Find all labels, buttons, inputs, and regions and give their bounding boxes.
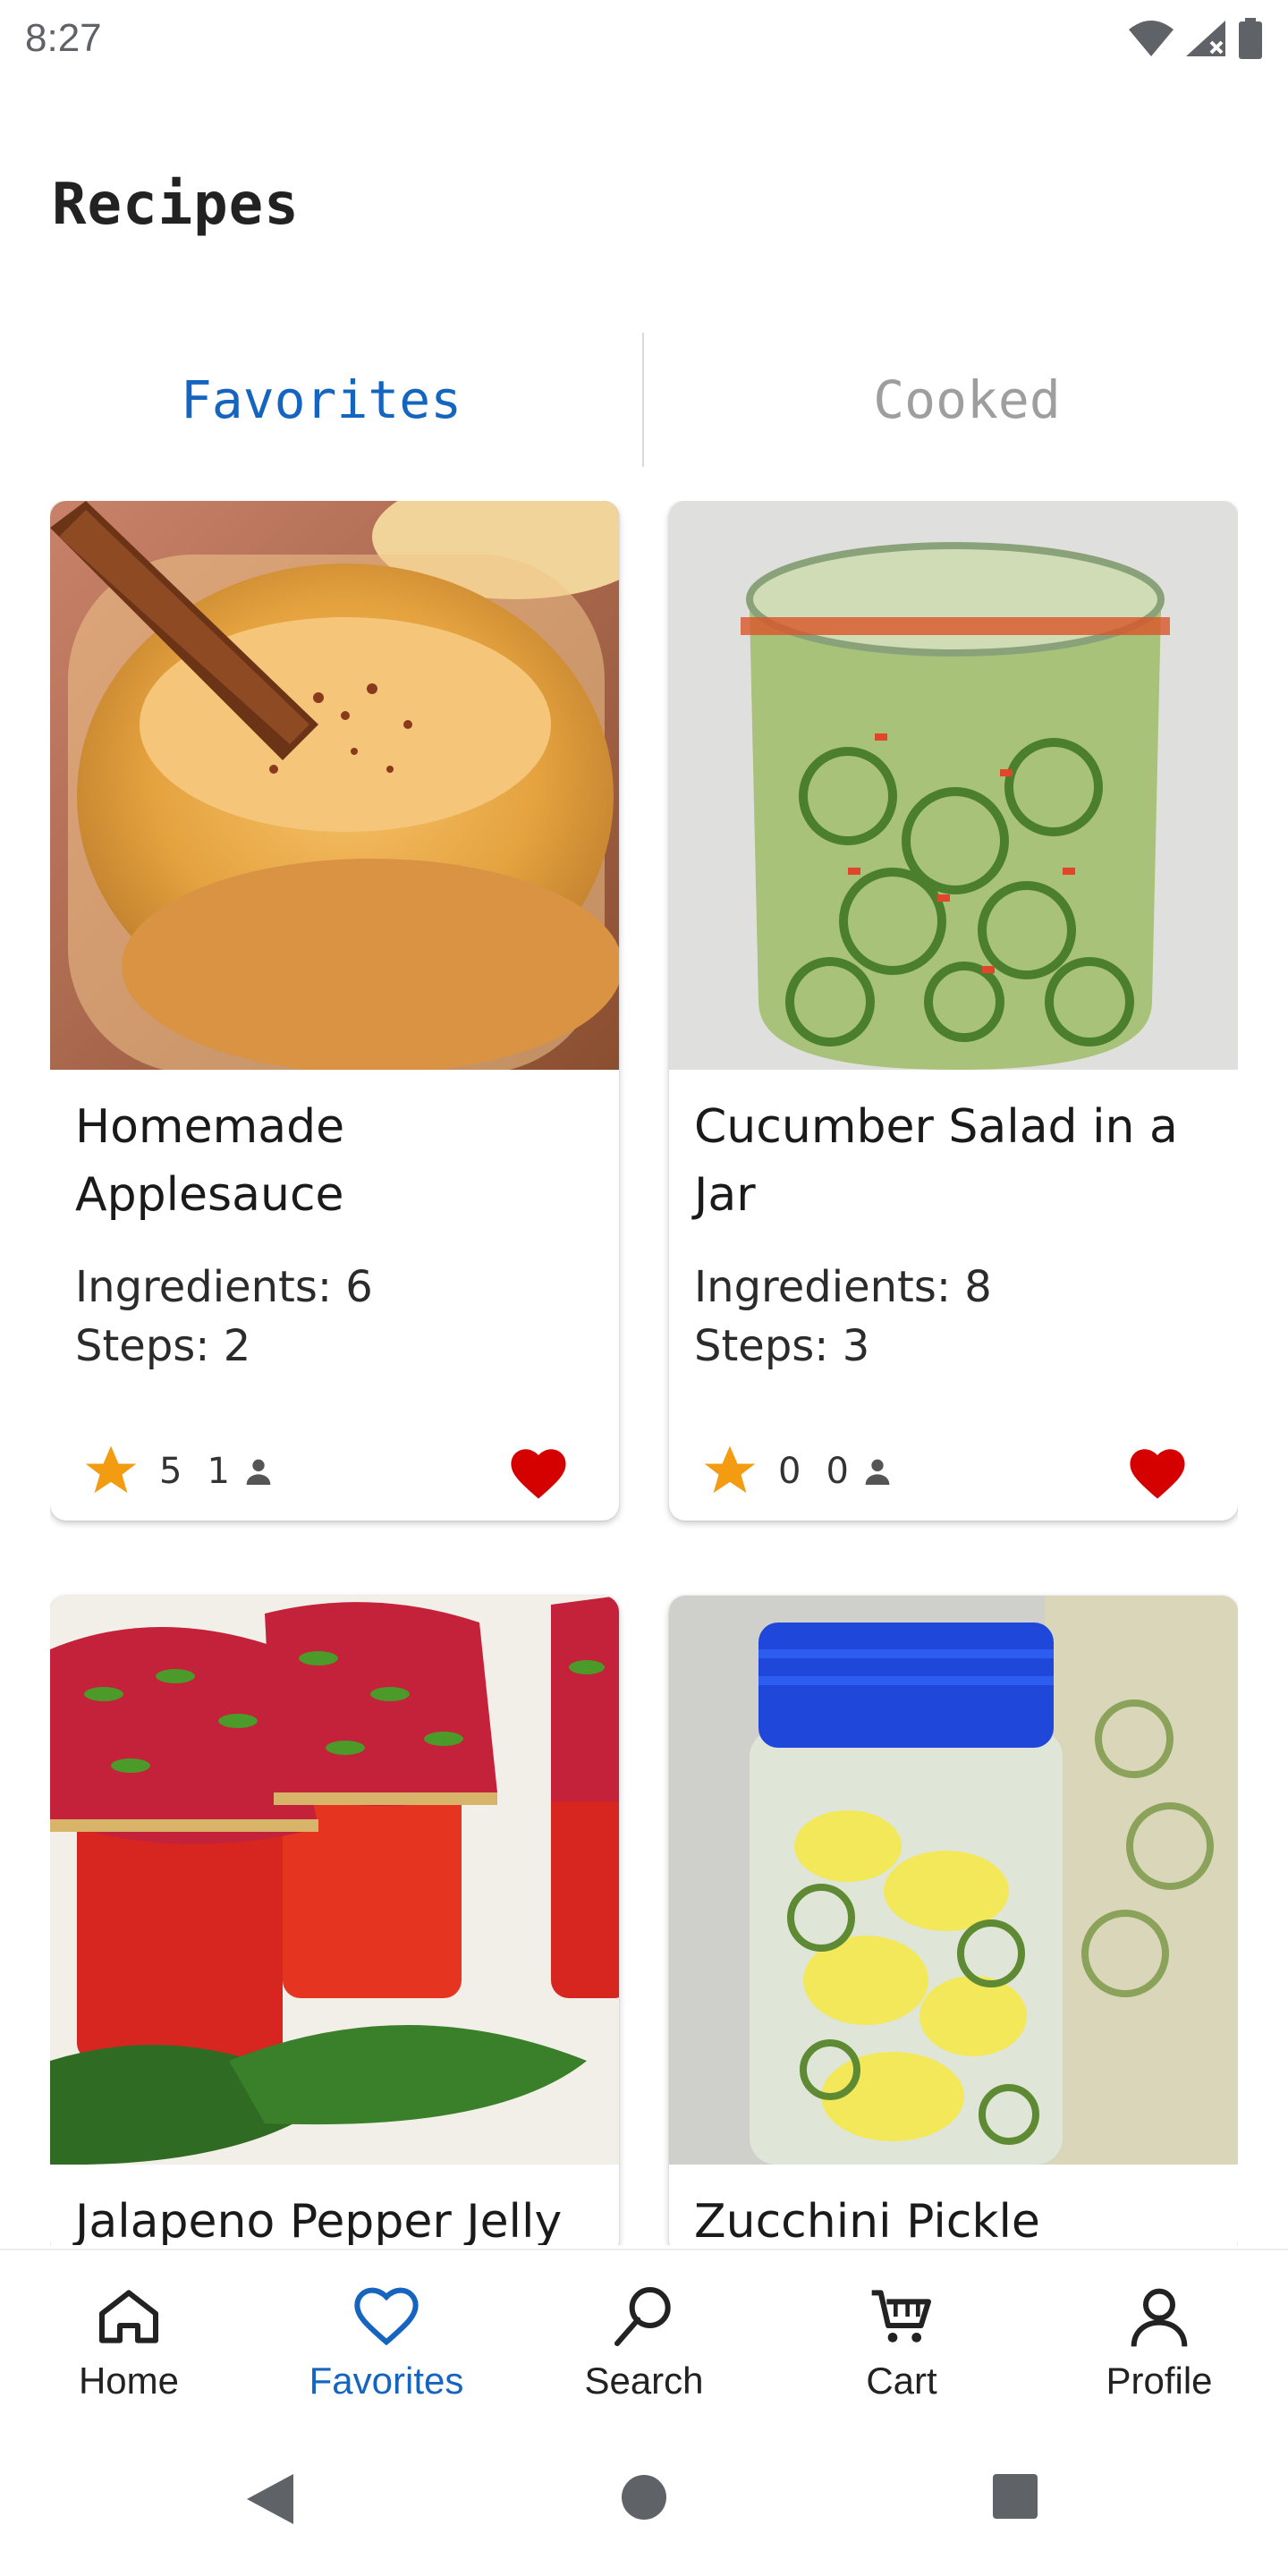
system-nav-bar	[0, 2428, 1288, 2576]
cellular-signal-icon	[1186, 21, 1225, 56]
recipe-image	[50, 501, 619, 1070]
nav-label: Profile	[1106, 2360, 1213, 2402]
status-time: 8:27	[25, 16, 102, 60]
bottom-nav: Home Favorites Search Cart Profile	[0, 2249, 1288, 2428]
nav-label: Cart	[866, 2360, 937, 2402]
recipe-title: Jalapeno Pepper Jelly	[75, 2195, 563, 2245]
recipe-card[interactable]: Homemade Applesauce Ingredients: 6 Steps…	[50, 501, 619, 1521]
recipe-card[interactable]: Jalapeno Pepper Jelly	[50, 1596, 619, 2245]
recents-square-icon[interactable]	[991, 2472, 1039, 2521]
battery-icon	[1239, 18, 1262, 59]
recipe-image	[669, 1596, 1238, 2165]
recipe-card[interactable]: Zucchini Pickle	[669, 1596, 1238, 2245]
home-icon	[99, 2290, 158, 2343]
steps-count: Steps: 2	[75, 1321, 251, 1371]
home-circle-icon[interactable]	[619, 2472, 669, 2522]
tab-cooked[interactable]: Cooked	[646, 333, 1288, 467]
nav-item-home[interactable]: Home	[0, 2250, 258, 2428]
heart-icon	[354, 2287, 419, 2346]
recipe-title: Cucumber Salad in a Jar	[694, 1100, 1178, 1222]
card-footer: 0 0	[694, 1422, 1213, 1521]
favorite-heart-icon[interactable]	[506, 1443, 571, 1500]
ingredients-count: Ingredients: 8	[694, 1262, 992, 1312]
tab-favorites[interactable]: Favorites	[0, 333, 642, 467]
wifi-icon	[1129, 21, 1174, 56]
favorite-heart-icon[interactable]	[1125, 1443, 1190, 1500]
nav-item-profile[interactable]: Profile	[1030, 2250, 1288, 2428]
nav-label: Favorites	[309, 2360, 464, 2402]
nav-item-cart[interactable]: Cart	[773, 2250, 1030, 2428]
steps-count: Steps: 3	[694, 1321, 870, 1371]
status-bar: 8:27	[0, 0, 1288, 75]
search-icon	[614, 2287, 671, 2346]
back-icon[interactable]	[245, 2472, 295, 2526]
cart-icon	[871, 2290, 931, 2343]
nav-item-search[interactable]: Search	[515, 2250, 773, 2428]
recipe-title: Zucchini Pickle	[694, 2195, 1040, 2245]
rating-value: 0	[778, 1451, 801, 1492]
status-icons	[1127, 18, 1263, 59]
cooks-count: 0	[826, 1451, 849, 1492]
card-footer: 5 1	[75, 1422, 594, 1521]
person-icon	[246, 1459, 271, 1485]
rating-value: 5	[159, 1451, 182, 1492]
person-icon	[865, 1459, 890, 1485]
recipe-title: Homemade Applesauce	[75, 1100, 345, 1222]
recipe-grid: Homemade Applesauce Ingredients: 6 Steps…	[50, 501, 1238, 2245]
tab-divider	[642, 333, 644, 467]
star-icon	[704, 1445, 756, 1494]
ingredients-count: Ingredients: 6	[75, 1262, 373, 1312]
nav-label: Search	[584, 2360, 704, 2402]
page-title: Recipes	[52, 172, 300, 238]
nav-item-favorites[interactable]: Favorites	[258, 2250, 515, 2428]
cooks-count: 1	[207, 1451, 230, 1492]
profile-icon	[1131, 2288, 1188, 2347]
star-icon	[85, 1445, 137, 1494]
tab-bar: Favorites Cooked	[0, 333, 1288, 467]
recipe-card[interactable]: Cucumber Salad in a Jar Ingredients: 8 S…	[669, 501, 1238, 1521]
recipe-image	[669, 501, 1238, 1070]
nav-label: Home	[78, 2360, 180, 2402]
recipe-image	[50, 1596, 619, 2165]
